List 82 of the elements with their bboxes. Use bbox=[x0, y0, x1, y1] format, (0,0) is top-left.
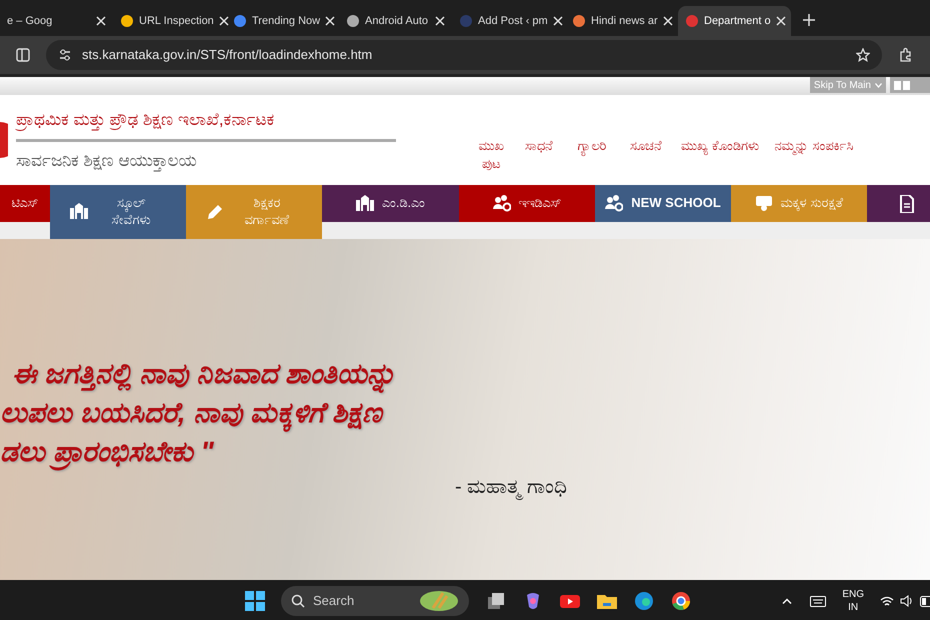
pencil-icon bbox=[206, 203, 224, 221]
menu-link[interactable]: ಸಾಧನೆ bbox=[515, 137, 563, 155]
star-icon[interactable] bbox=[856, 48, 870, 62]
nav-label: ಟಿಎಸ್ bbox=[12, 195, 38, 212]
people-gear-icon bbox=[492, 194, 510, 212]
browser-tab[interactable]: Android Auto bbox=[339, 6, 452, 36]
menu-link[interactable]: ಗ್ಯಾಲರಿ bbox=[567, 137, 617, 155]
nav-label: ಎಂ.ಡಿ.ಎಂ bbox=[382, 195, 426, 212]
nav-label: ಸ್ಕೂಲ್ ಸೇವೆಗಳು bbox=[110, 195, 152, 229]
quote-line: ಡಲು ಪ್ರಾರಂಭಿಸಬೇಕು " bbox=[0, 432, 930, 472]
nav-menu-item[interactable]: ಇಇಡಿಎಸ್ bbox=[459, 185, 595, 222]
address-bar[interactable]: sts.karnataka.gov.in/STS/front/loadindexhome.htm bbox=[46, 40, 882, 70]
directorate-subtitle: ಸಾರ್ವಜನಿಕ ಶಿಕ್ಷಣ ಆಯುಕ್ತಾಲಯ bbox=[16, 150, 198, 173]
chevron-icon bbox=[875, 82, 882, 88]
close-icon[interactable] bbox=[776, 16, 786, 26]
tab-title: URL Inspection bbox=[139, 14, 214, 29]
nav-label: ಇಇಡಿಎಸ್ bbox=[518, 195, 562, 212]
school-icon bbox=[356, 194, 374, 212]
nav-menu-item[interactable]: ಸ್ಕೂಲ್ ಸೇವೆಗಳು bbox=[50, 185, 186, 239]
search-label: Search bbox=[313, 592, 356, 610]
nav-menu-item[interactable]: ಟಿಎಸ್ bbox=[0, 185, 50, 222]
site-icon bbox=[459, 14, 473, 28]
tab-title: e – Goog bbox=[7, 14, 54, 29]
task-view-icon[interactable] bbox=[486, 591, 506, 611]
nav-label: NEW SCHOOL bbox=[631, 195, 721, 212]
search-icon bbox=[291, 594, 305, 608]
quote-line: ಈ ಜಗತ್ತಿನಲ್ಲಿ ನಾವು ನಿಜವಾದ ಶಾಂತಿಯನ್ನು bbox=[0, 354, 930, 394]
document-icon bbox=[898, 194, 916, 212]
browser-tab[interactable]: Trending Now bbox=[226, 6, 339, 36]
nav-menu-item[interactable]: NEW SCHOOL bbox=[595, 185, 731, 222]
site-icon bbox=[346, 14, 360, 28]
language-indicator[interactable]: ENG IN bbox=[842, 588, 864, 614]
sign-board-icon bbox=[754, 194, 773, 212]
close-icon[interactable] bbox=[325, 16, 336, 26]
sidebar-icon[interactable] bbox=[16, 48, 30, 62]
volume-icon[interactable] bbox=[900, 595, 914, 607]
menu-link[interactable]: ಸೂಚನೆ bbox=[621, 137, 671, 155]
people-gear-icon bbox=[605, 194, 624, 212]
site-icon bbox=[572, 14, 586, 28]
site-icon bbox=[120, 14, 134, 28]
browser-tab[interactable]: Add Post ‹ pm bbox=[452, 6, 565, 36]
text-size-icon bbox=[894, 80, 910, 90]
site-icon bbox=[685, 14, 699, 28]
tab-title: Hindi news ar bbox=[591, 14, 658, 29]
chevron-up-icon[interactable] bbox=[782, 598, 792, 604]
battery-icon[interactable] bbox=[920, 596, 930, 606]
menu-link[interactable]: ಮುಖ್ಯ ಕೊಂಡಿಗಳು bbox=[675, 137, 765, 155]
start-icon[interactable] bbox=[245, 591, 265, 611]
region-code: IN bbox=[847, 601, 860, 614]
taskbar-search[interactable]: Search bbox=[281, 586, 469, 616]
browser-tab[interactable]: Hindi news ar bbox=[565, 6, 678, 36]
site-settings-icon[interactable] bbox=[58, 48, 72, 62]
browser-icon[interactable] bbox=[634, 591, 654, 611]
browser-tab[interactable]: Department o bbox=[678, 6, 791, 36]
tab-title: Department o bbox=[704, 14, 771, 29]
menu-link[interactable]: ಮುಖ ಪುಟ bbox=[471, 137, 511, 173]
department-title: ಪ್ರಾಥಮಿಕ ಮತ್ತು ಪ್ರೌಢ ಶಿಕ್ಷಣ ಇಲಾಖೆ,ಕರ್ನಾಟಕ bbox=[16, 107, 396, 142]
url-text: sts.karnataka.gov.in/STS/front/loadindexhome.htm bbox=[82, 46, 374, 64]
close-icon[interactable] bbox=[218, 16, 229, 26]
browser-tab[interactable]: URL Inspection bbox=[113, 6, 226, 36]
close-icon[interactable] bbox=[552, 16, 563, 26]
tab-title: Add Post ‹ pm bbox=[478, 14, 548, 29]
quote-line: ಲುಪಲು ಬಯಸಿದರೆ, ನಾವು ಮಕ್ಕಳಿಗೆ ಶಿಕ್ಷಣ bbox=[0, 393, 930, 432]
wifi-icon[interactable] bbox=[880, 596, 894, 606]
keyboard-icon[interactable] bbox=[810, 596, 826, 606]
tab-title: Android Auto bbox=[365, 14, 429, 29]
close-icon[interactable] bbox=[96, 16, 106, 26]
tab-title: Trending Now bbox=[252, 14, 320, 29]
emblem-logo bbox=[0, 120, 8, 160]
close-icon[interactable] bbox=[435, 16, 445, 26]
new-tab-icon[interactable] bbox=[803, 14, 815, 26]
quote-author: - ಮಹಾತ್ಮ ಗಾಂಧಿ bbox=[454, 474, 568, 502]
nav-label: ಮಕ್ಕಳ ಸುರಕ್ಷತೆ bbox=[780, 195, 844, 212]
close-icon[interactable] bbox=[662, 16, 673, 26]
nav-menu-item[interactable] bbox=[867, 185, 930, 222]
school-icon bbox=[70, 203, 88, 221]
nav-label: ಶಿಕ್ಷಕರ ವರ್ಗಾವಣೆ bbox=[244, 195, 290, 229]
language-code: ENG bbox=[842, 588, 864, 601]
menu-link[interactable]: ನಮ್ಮನ್ನು ಸಂಪರ್ಕಿಸಿ bbox=[769, 137, 859, 155]
nav-menu-item[interactable]: ಎಂ.ಡಿ.ಎಂ bbox=[322, 185, 459, 222]
browser-tab[interactable]: e – Goog bbox=[0, 6, 113, 36]
site-icon bbox=[233, 14, 247, 28]
